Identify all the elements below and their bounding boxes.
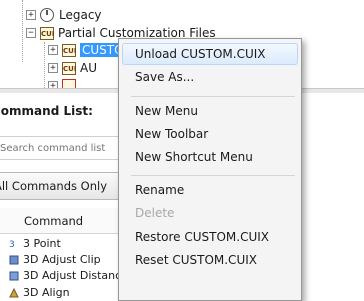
- command-row[interactable]: 3D Adjust Distance: [0, 268, 120, 284]
- command-filter-dropdown[interactable]: All Commands Only: [0, 172, 121, 200]
- tree-item-partial[interactable]: +: [48, 77, 80, 88]
- menu-separator: [131, 96, 295, 97]
- collapse-toggle-icon[interactable]: −: [26, 28, 36, 38]
- cui-file-icon: [62, 79, 76, 88]
- menu-item-reset[interactable]: Reset CUSTOM.CUIX: [135, 253, 257, 267]
- tree-item-legacy[interactable]: + Legacy: [26, 6, 102, 24]
- menu-item-new-shortcut-menu[interactable]: New Shortcut Menu: [135, 150, 253, 164]
- command-row[interactable]: 3D Align: [0, 284, 120, 301]
- expand-toggle-icon[interactable]: +: [48, 63, 58, 73]
- command-search-input[interactable]: [0, 136, 121, 160]
- command-name: 3D Align: [23, 285, 70, 299]
- command-name: 3D Adjust Distance: [23, 269, 120, 282]
- legacy-icon: [40, 8, 54, 22]
- tree-item-label: AU: [80, 61, 97, 75]
- 3-point-icon: 3: [9, 238, 19, 250]
- menu-item-save-as[interactable]: Save As...: [135, 70, 194, 84]
- tree-item-au[interactable]: + CUI AU: [48, 59, 97, 77]
- menu-item-new-menu[interactable]: New Menu: [135, 104, 198, 118]
- expand-toggle-icon[interactable]: +: [48, 80, 58, 88]
- menu-item-new-toolbar[interactable]: New Toolbar: [135, 127, 208, 141]
- cui-file-icon: CUI: [62, 43, 76, 57]
- command-row[interactable]: 3 3 Point: [0, 236, 120, 252]
- cui-file-icon: CUI: [40, 26, 54, 40]
- cui-file-icon: CUI: [62, 61, 76, 75]
- command-name: 3D Adjust Clip: [23, 253, 101, 266]
- menu-item-delete: Delete: [135, 206, 175, 220]
- command-name: 3 Point: [23, 237, 61, 250]
- command-list-label: Command List:: [0, 104, 93, 118]
- context-menu: Unload CUSTOM.CUIX Save As... New Menu N…: [118, 38, 302, 301]
- menu-separator: [131, 175, 295, 176]
- tree-item-label: Legacy: [59, 8, 102, 22]
- 3d-align-icon: [9, 287, 19, 299]
- expand-toggle-icon[interactable]: +: [48, 45, 58, 55]
- menu-item-unload[interactable]: Unload CUSTOM.CUIX: [135, 47, 266, 61]
- 3d-adjust-clip-icon: [9, 254, 19, 266]
- filter-value: All Commands Only: [0, 179, 108, 193]
- svg-text:3: 3: [9, 240, 15, 250]
- column-header-command[interactable]: Command: [0, 208, 120, 234]
- 3d-adjust-distance-icon: [9, 270, 19, 282]
- menu-item-restore[interactable]: Restore CUSTOM.CUIX: [135, 230, 269, 244]
- menu-item-rename[interactable]: Rename: [135, 183, 184, 197]
- expand-toggle-icon[interactable]: +: [26, 10, 36, 20]
- command-row[interactable]: 3D Adjust Clip: [0, 252, 120, 268]
